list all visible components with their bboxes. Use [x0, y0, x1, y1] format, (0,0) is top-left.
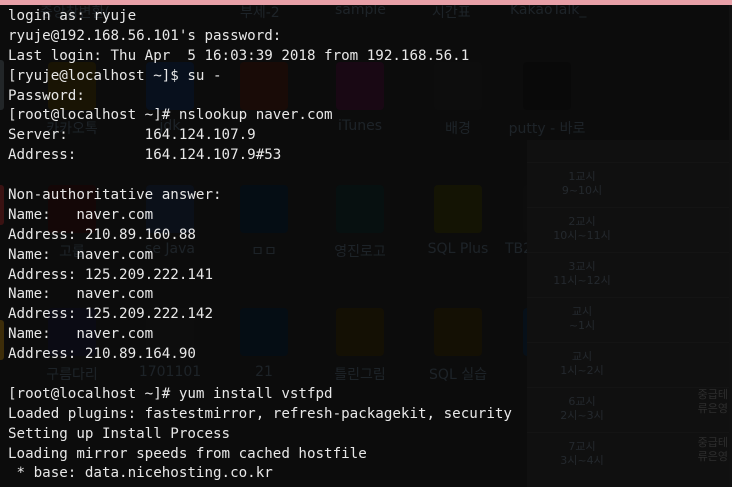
terminal-line: Name: naver.com — [8, 286, 154, 303]
terminal-line: [root@localhost ~]# nslookup naver.com — [8, 107, 333, 124]
terminal-line: Setting up Install Process — [8, 425, 231, 442]
terminal-line: Address: 210.89.160.88 — [8, 226, 196, 243]
terminal-line: Address: 125.209.222.142 — [8, 306, 213, 323]
terminal-line: * base: data.nicehosting.co.kr — [8, 465, 273, 482]
terminal-line: ryuje@192.168.56.101's password: — [8, 27, 282, 44]
terminal-line: Non-authoritative answer: — [8, 187, 222, 204]
terminal-line: Server: 164.124.107.9 — [8, 127, 256, 144]
terminal-line: Last login: Thu Apr 5 16:03:39 2018 from… — [8, 47, 470, 64]
terminal-output[interactable]: login as: ryuje ryuje@192.168.56.101's pa… — [8, 7, 512, 484]
terminal-line: Address: 164.124.107.9#53 — [8, 147, 282, 164]
terminal-line: Name: naver.com — [8, 246, 154, 263]
terminal-line: [ryuje@localhost ~]$ su - — [8, 67, 222, 84]
terminal-line: Address: 210.89.164.90 — [8, 346, 196, 363]
terminal-line: [root@localhost ~]# yum install vstfpd — [8, 385, 333, 402]
terminal-window[interactable]: login as: ryuje ryuje@192.168.56.101's pa… — [0, 5, 732, 487]
terminal-line: Name: naver.com — [8, 326, 154, 343]
terminal-line: login as: ryuje — [8, 8, 137, 24]
terminal-line: Name: naver.com — [8, 206, 154, 223]
terminal-line: Address: 125.209.222.141 — [8, 266, 213, 283]
terminal-line: Password: — [8, 87, 85, 104]
terminal-line: Loaded plugins: fastestmirror, refresh-p… — [8, 405, 512, 422]
terminal-line: Loading mirror speeds from cached hostfi… — [8, 445, 367, 462]
